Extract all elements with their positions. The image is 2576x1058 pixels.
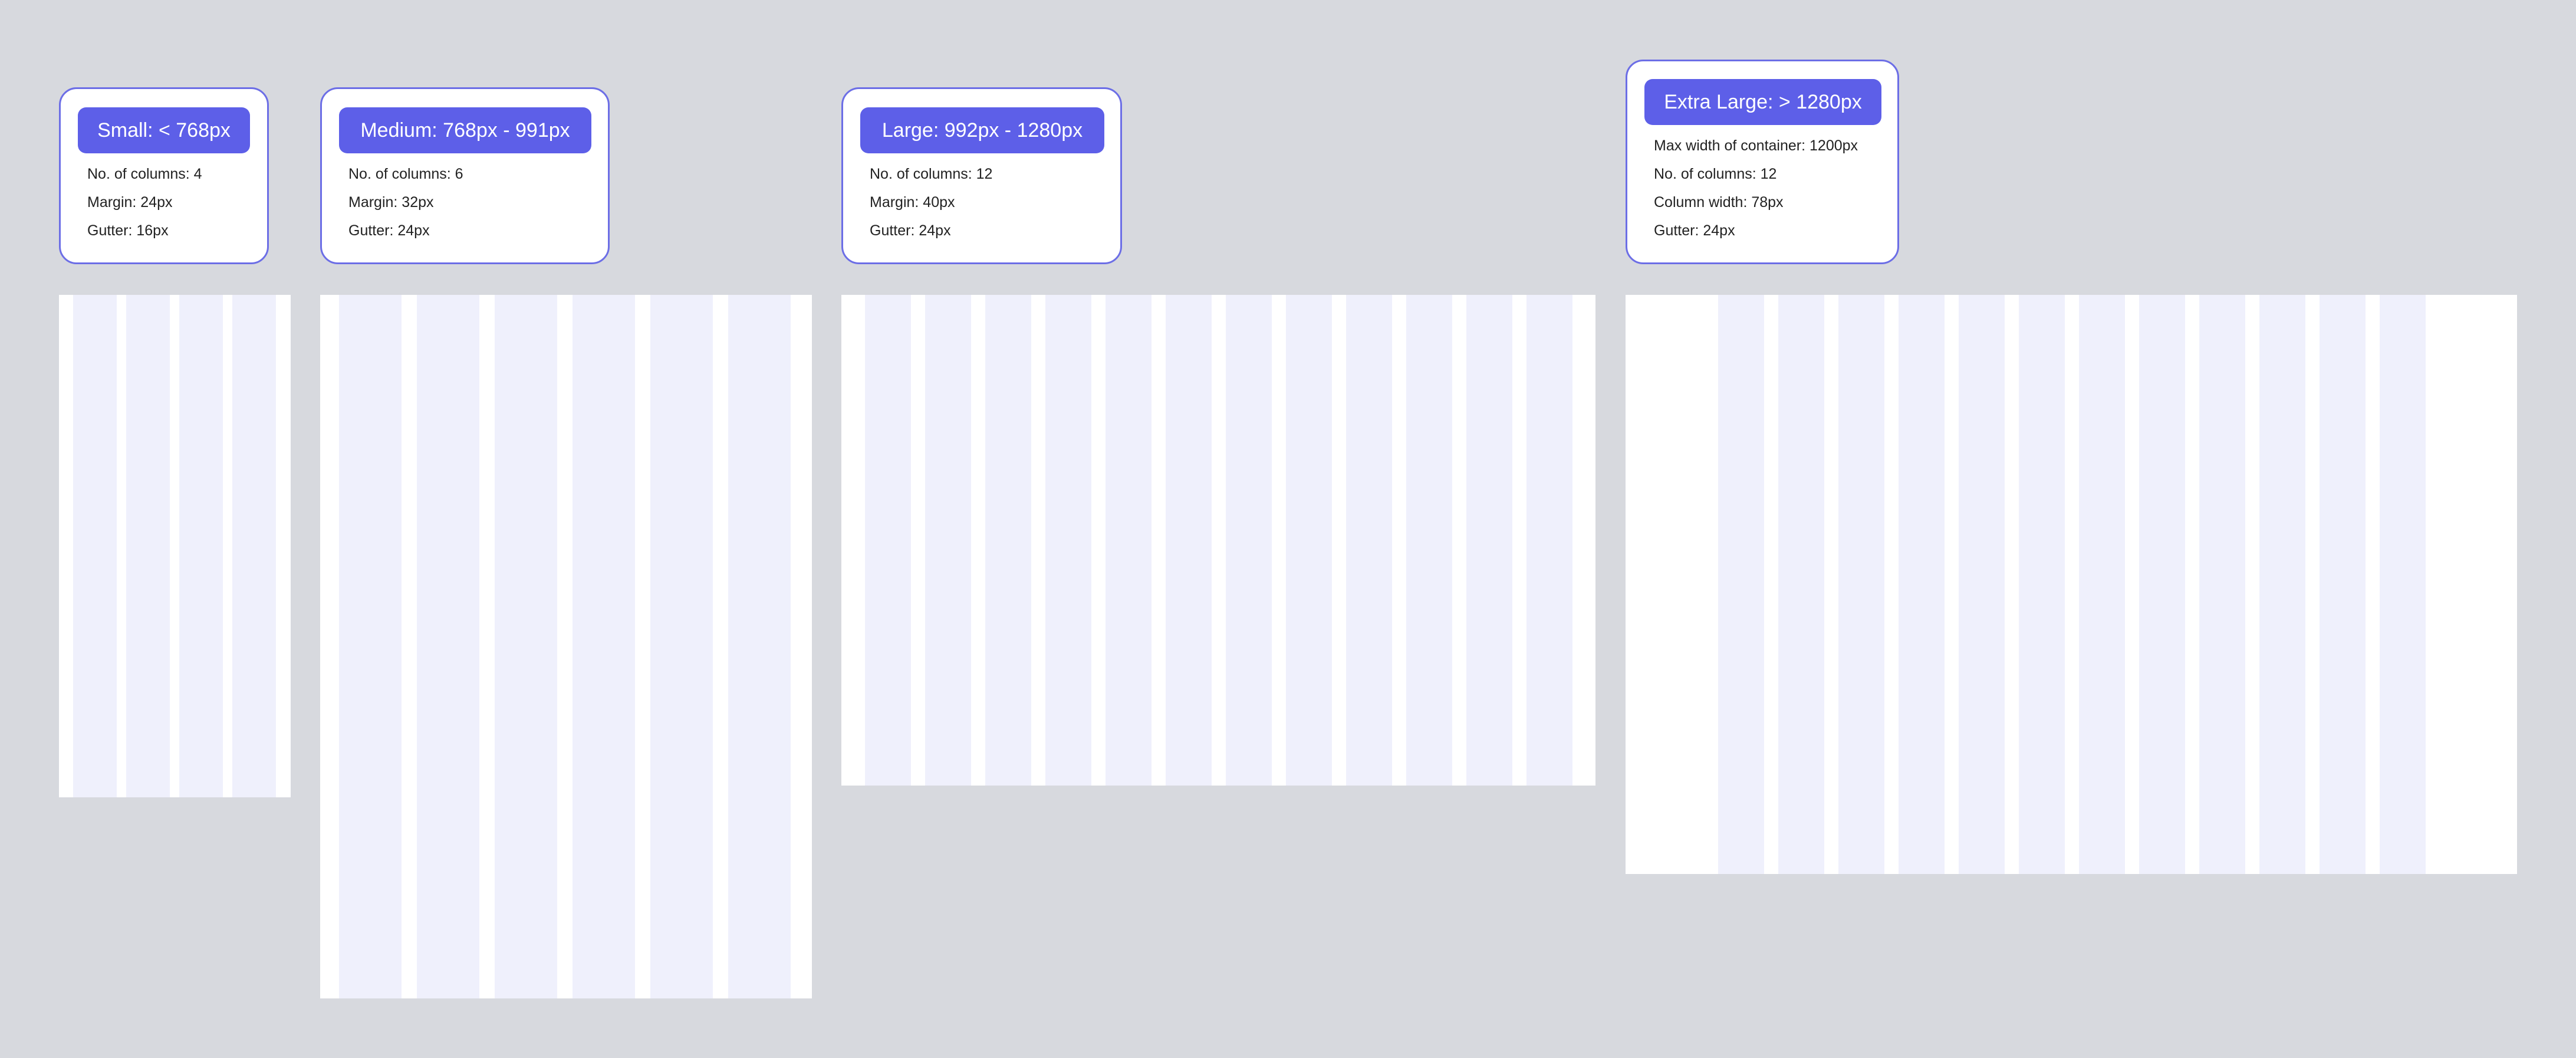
grid-column <box>985 295 1031 786</box>
spec-gutter-large: Gutter: 24px <box>870 222 951 239</box>
grid-column <box>650 295 713 998</box>
spec-gutter-medium: Gutter: 24px <box>348 222 430 239</box>
grid-column <box>495 295 557 998</box>
grid-column <box>126 295 170 797</box>
spec-margin-small: Margin: 24px <box>87 194 173 211</box>
grid-column <box>2139 295 2185 874</box>
spec-margin-medium: Margin: 32px <box>348 194 434 211</box>
breakpoint-card-medium: Medium: 768px - 991px No. of columns: 6 … <box>320 87 610 264</box>
grid-column <box>2079 295 2125 874</box>
grid-column <box>2019 295 2065 874</box>
spec-column-width-extra-large: Column width: 78px <box>1654 194 1784 211</box>
grid-column <box>339 295 402 998</box>
grid-column <box>73 295 117 797</box>
grid-column <box>1959 295 2005 874</box>
grid-column <box>2380 295 2426 874</box>
grid-column <box>2259 295 2305 874</box>
breakpoint-title-extra-large: Extra Large: > 1280px <box>1644 79 1881 125</box>
grid-preview-extra-large <box>1626 295 2517 874</box>
grid-preview-large <box>841 295 1595 786</box>
grid-column <box>865 295 911 786</box>
grid-column <box>1838 295 1884 874</box>
grid-column <box>2199 295 2245 874</box>
spec-gutter-small: Gutter: 16px <box>87 222 169 239</box>
spec-max-width-extra-large: Max width of container: 1200px <box>1654 137 1858 154</box>
grid-column <box>573 295 635 998</box>
grid-column <box>417 295 479 998</box>
grid-column <box>1286 295 1332 786</box>
grid-column <box>179 295 223 797</box>
breakpoint-title-large: Large: 992px - 1280px <box>860 107 1104 153</box>
breakpoint-title-medium: Medium: 768px - 991px <box>339 107 591 153</box>
grid-column <box>1166 295 1212 786</box>
spec-margin-large: Margin: 40px <box>870 194 955 211</box>
grid-column <box>925 295 971 786</box>
spec-columns-small: No. of columns: 4 <box>87 166 202 182</box>
grid-column <box>1526 295 1572 786</box>
breakpoint-title-small: Small: < 768px <box>78 107 250 153</box>
grid-column <box>1106 295 1152 786</box>
spec-columns-large: No. of columns: 12 <box>870 166 993 182</box>
grid-column <box>728 295 791 998</box>
grid-column <box>1899 295 1945 874</box>
grid-column <box>1406 295 1452 786</box>
grid-column <box>1226 295 1272 786</box>
grid-preview-medium <box>320 295 812 998</box>
grid-column <box>1778 295 1824 874</box>
grid-column <box>232 295 276 797</box>
grid-column <box>1045 295 1091 786</box>
spec-columns-medium: No. of columns: 6 <box>348 166 463 182</box>
spec-columns-extra-large: No. of columns: 12 <box>1654 166 1777 182</box>
grid-column <box>1466 295 1512 786</box>
breakpoint-grid-canvas: { "breakpoints": [ { "title": "Small: < … <box>0 0 2576 1058</box>
breakpoint-card-small: Small: < 768px No. of columns: 4 Margin:… <box>59 87 269 264</box>
spec-gutter-extra-large: Gutter: 24px <box>1654 222 1735 239</box>
breakpoint-card-extra-large: Extra Large: > 1280px Max width of conta… <box>1626 60 1899 264</box>
grid-column <box>1718 295 1764 874</box>
grid-column <box>2320 295 2366 874</box>
grid-column <box>1346 295 1392 786</box>
breakpoint-card-large: Large: 992px - 1280px No. of columns: 12… <box>841 87 1122 264</box>
grid-preview-small <box>59 295 291 797</box>
